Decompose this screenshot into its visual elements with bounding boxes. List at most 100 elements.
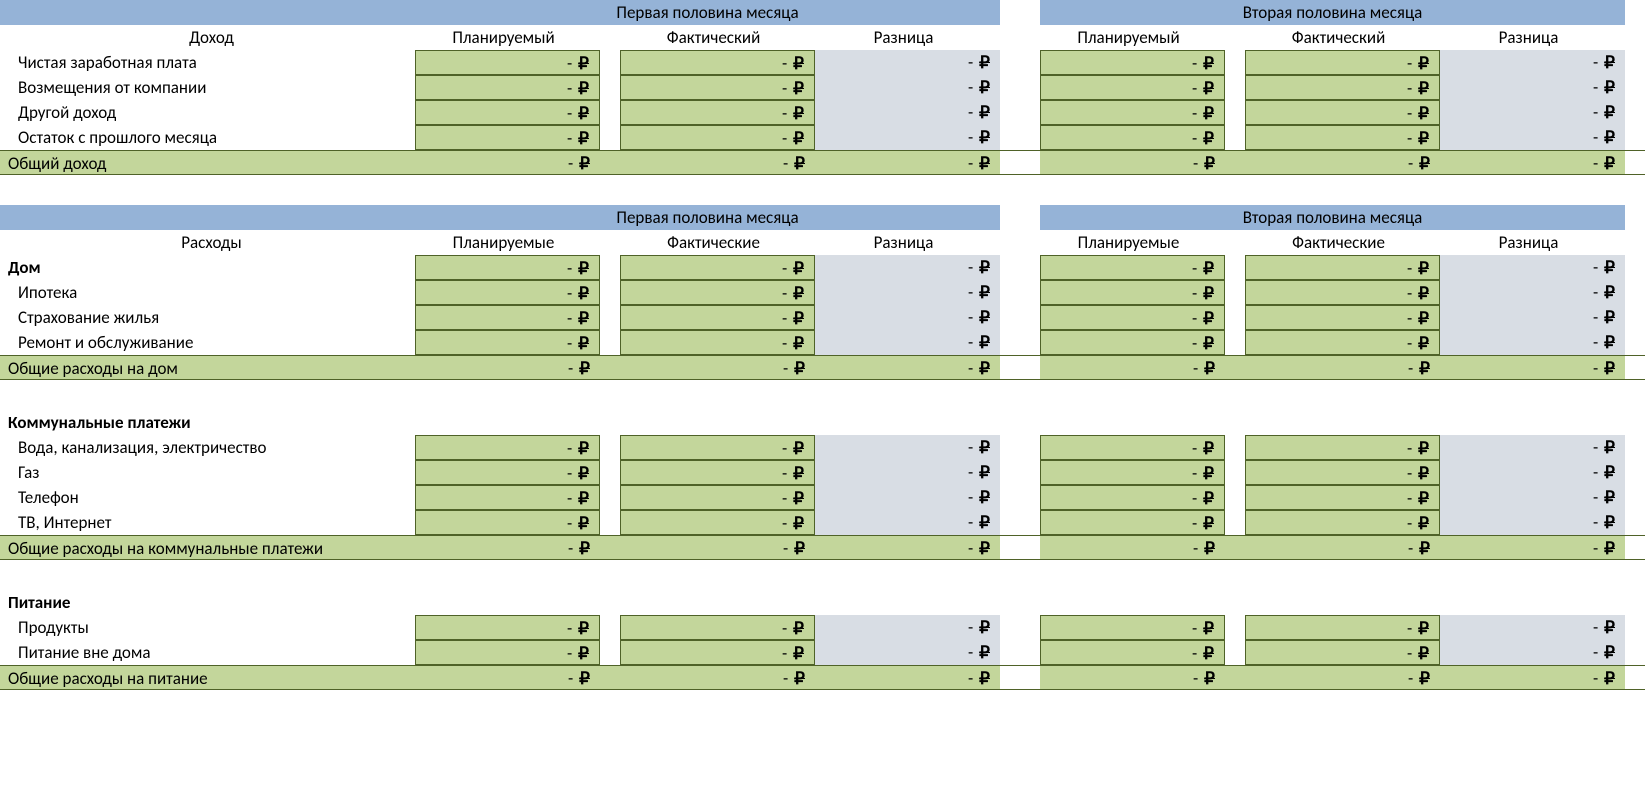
- planned-cell[interactable]: -₽: [1040, 640, 1225, 665]
- actual-cell[interactable]: -₽: [1245, 100, 1440, 125]
- planned-cell[interactable]: -₽: [415, 640, 600, 665]
- income-row-label: Чистая заработная плата: [0, 50, 415, 75]
- planned-cell[interactable]: -₽: [1040, 125, 1225, 150]
- planned-cell[interactable]: -₽: [415, 280, 600, 305]
- expense-row-label: ТВ, Интернет: [0, 510, 415, 535]
- diff-cell: -₽: [1440, 305, 1625, 330]
- actual-cell[interactable]: -₽: [620, 50, 815, 75]
- actual-cell[interactable]: -₽: [620, 125, 815, 150]
- planned-cell[interactable]: -₽: [415, 460, 600, 485]
- half-block: -₽ -₽ -₽: [1040, 100, 1625, 125]
- actual-cell[interactable]: -₽: [620, 460, 815, 485]
- planned-cell[interactable]: -₽: [415, 255, 600, 280]
- expense-total-label: Общие расходы на коммунальные платежи: [0, 536, 415, 559]
- actual-cell[interactable]: -₽: [620, 305, 815, 330]
- half-block: -₽ -₽ -₽: [415, 125, 1000, 150]
- actual-cell[interactable]: -₽: [620, 100, 815, 125]
- planned-cell[interactable]: -₽: [415, 485, 600, 510]
- actual-cell[interactable]: -₽: [1245, 255, 1440, 280]
- planned-cell[interactable]: -₽: [1040, 460, 1225, 485]
- expenses-header-row: Первая половина месяца Вторая половина м…: [0, 205, 1645, 230]
- expense-row: ТВ, Интернет -₽ -₽ -₽ -₽ -₽ -₽: [0, 510, 1645, 535]
- actual-cell[interactable]: -₽: [620, 615, 815, 640]
- diff-cell: -₽: [815, 100, 1000, 125]
- actual-cell[interactable]: -₽: [1245, 640, 1440, 665]
- diff-cell: -₽: [1440, 280, 1625, 305]
- expense-row: Вода, канализация, электричество -₽ -₽ -…: [0, 435, 1645, 460]
- actual-cell[interactable]: -₽: [620, 485, 815, 510]
- total-actual: -₽: [620, 666, 815, 689]
- second-half-subheader: Планируемые Фактические Разница: [1040, 230, 1625, 255]
- actual-cell[interactable]: -₽: [1245, 75, 1440, 100]
- planned-cell[interactable]: -₽: [415, 50, 600, 75]
- expense-row-label: Ремонт и обслуживание: [0, 330, 415, 355]
- col-planned: Планируемые: [1040, 230, 1225, 255]
- planned-cell[interactable]: -₽: [1040, 75, 1225, 100]
- planned-cell[interactable]: -₽: [415, 510, 600, 535]
- expense-row: Ипотека -₽ -₽ -₽ -₽ -₽ -₽: [0, 280, 1645, 305]
- actual-cell[interactable]: -₽: [620, 280, 815, 305]
- actual-cell[interactable]: -₽: [1245, 50, 1440, 75]
- planned-cell[interactable]: -₽: [1040, 435, 1225, 460]
- planned-cell[interactable]: -₽: [1040, 305, 1225, 330]
- planned-cell[interactable]: -₽: [415, 330, 600, 355]
- total-diff: -₽: [815, 356, 1000, 379]
- diff-cell: -₽: [815, 510, 1000, 535]
- planned-cell[interactable]: -₽: [415, 100, 600, 125]
- planned-cell[interactable]: -₽: [1040, 615, 1225, 640]
- expense-row: Питание вне дома -₽ -₽ -₽ -₽ -₽ -₽: [0, 640, 1645, 665]
- actual-cell[interactable]: -₽: [1245, 330, 1440, 355]
- planned-cell[interactable]: -₽: [1040, 485, 1225, 510]
- planned-cell[interactable]: -₽: [415, 125, 600, 150]
- actual-cell[interactable]: -₽: [1245, 460, 1440, 485]
- col-planned: Планируемые: [415, 230, 600, 255]
- second-half-header: Вторая половина месяца: [1040, 0, 1625, 25]
- total-diff: -₽: [1440, 356, 1625, 379]
- diff-cell: -₽: [815, 75, 1000, 100]
- planned-cell[interactable]: -₽: [415, 75, 600, 100]
- half-total: -₽ -₽ -₽: [415, 666, 1000, 689]
- col-actual: Фактический: [1245, 25, 1440, 50]
- actual-cell[interactable]: -₽: [620, 640, 815, 665]
- actual-cell[interactable]: -₽: [1245, 435, 1440, 460]
- diff-cell: -₽: [1440, 75, 1625, 100]
- diff-cell: -₽: [1440, 485, 1625, 510]
- first-half-subheader: Планируемый Фактический Разница: [415, 25, 1000, 50]
- diff-cell: -₽: [1440, 330, 1625, 355]
- expense-category-label: Дом: [0, 255, 415, 280]
- half-block: -₽ -₽ -₽: [1040, 615, 1625, 640]
- expense-row-label: Страхование жилья: [0, 305, 415, 330]
- actual-cell[interactable]: -₽: [620, 255, 815, 280]
- group-separator: [0, 380, 1645, 410]
- total-planned: -₽: [1040, 666, 1225, 689]
- half-block: -₽ -₽ -₽: [415, 50, 1000, 75]
- actual-cell[interactable]: -₽: [1245, 510, 1440, 535]
- planned-cell[interactable]: -₽: [415, 435, 600, 460]
- actual-cell[interactable]: -₽: [620, 435, 815, 460]
- expenses-section: Первая половина месяца Вторая половина м…: [0, 205, 1645, 690]
- actual-cell[interactable]: -₽: [1245, 305, 1440, 330]
- actual-cell[interactable]: -₽: [1245, 280, 1440, 305]
- planned-cell[interactable]: -₽: [415, 615, 600, 640]
- expense-row: Газ -₽ -₽ -₽ -₽ -₽ -₽: [0, 460, 1645, 485]
- diff-cell: -₽: [1440, 460, 1625, 485]
- planned-cell[interactable]: -₽: [1040, 280, 1225, 305]
- income-row-label: Другой доход: [0, 100, 415, 125]
- planned-cell[interactable]: -₽: [1040, 510, 1225, 535]
- first-half-header: Первая половина месяца: [415, 205, 1000, 230]
- actual-cell[interactable]: -₽: [620, 330, 815, 355]
- total-diff: -₽: [815, 151, 1000, 174]
- planned-cell[interactable]: -₽: [1040, 100, 1225, 125]
- actual-cell[interactable]: -₽: [1245, 125, 1440, 150]
- planned-cell[interactable]: -₽: [1040, 330, 1225, 355]
- actual-cell[interactable]: -₽: [1245, 485, 1440, 510]
- actual-cell[interactable]: -₽: [620, 510, 815, 535]
- diff-cell: -₽: [815, 255, 1000, 280]
- planned-cell[interactable]: -₽: [415, 305, 600, 330]
- planned-cell[interactable]: -₽: [1040, 50, 1225, 75]
- header-gap: [1000, 205, 1040, 230]
- planned-cell[interactable]: -₽: [1040, 255, 1225, 280]
- actual-cell[interactable]: -₽: [1245, 615, 1440, 640]
- expense-category-label: Питание: [0, 590, 415, 615]
- actual-cell[interactable]: -₽: [620, 75, 815, 100]
